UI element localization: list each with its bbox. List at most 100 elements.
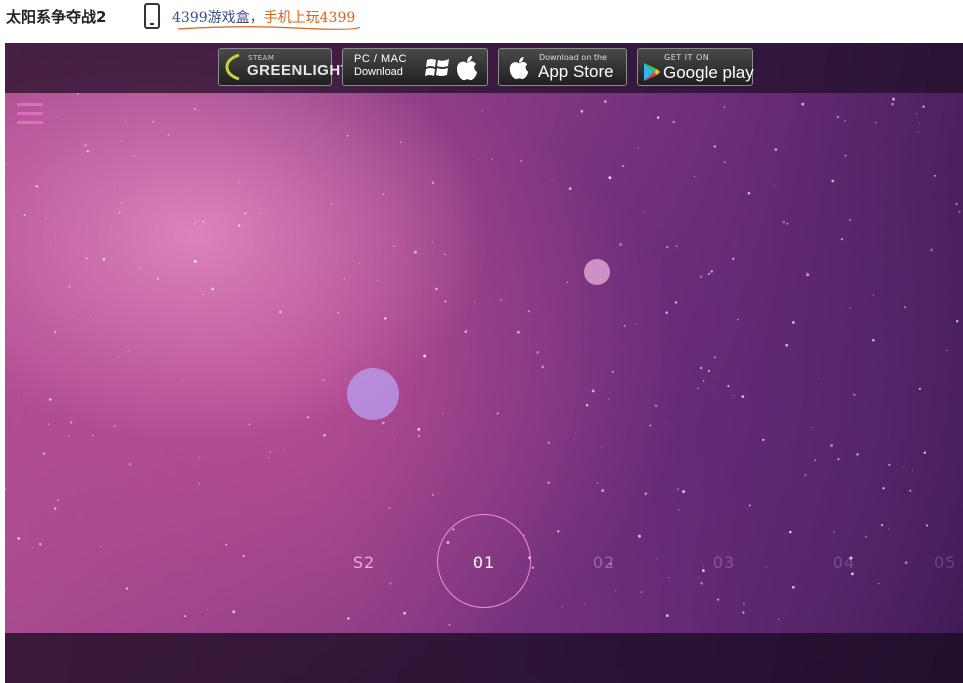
star [193,108,196,111]
star [68,285,71,288]
star [831,179,835,183]
level-01[interactable]: 01 [454,553,514,572]
hamburger-menu-icon[interactable] [17,103,43,125]
level-03[interactable]: 03 [694,553,754,572]
star [806,273,810,277]
star [133,155,136,158]
star [388,507,391,509]
star [267,456,270,459]
pcmac-line1: PC / MAC [354,53,407,65]
star [762,438,765,442]
star [723,106,726,108]
star [444,300,447,303]
star [206,608,208,611]
star [903,465,905,467]
star [958,210,961,213]
promo-link[interactable]: 4399游戏盒，手机上玩4399 [172,7,355,27]
star [414,250,417,254]
star [946,349,948,352]
star [85,257,88,260]
star [403,611,406,615]
windows-icon [425,59,449,76]
star [347,617,350,620]
star [678,508,680,511]
star [120,201,123,204]
star [702,379,705,382]
star [5,163,8,166]
menu-bar [17,121,43,124]
star [911,470,914,472]
google-play-button[interactable]: GET IT ON Google play [637,48,754,86]
promo-text-mobile: 手机上玩4399 [263,10,356,26]
level-s2[interactable]: S2 [334,553,394,572]
star [904,561,908,565]
star [642,211,645,214]
star [875,121,877,124]
star [619,243,623,247]
planet-small[interactable] [584,259,610,285]
star [432,241,434,243]
star [636,324,638,326]
star [139,266,142,269]
star [580,110,584,113]
star [782,220,786,224]
star [732,257,735,260]
star [882,487,885,490]
star [585,403,589,407]
star [732,395,734,397]
star [601,489,605,492]
star [909,489,912,492]
star [956,320,959,323]
star [742,611,745,614]
star [384,317,387,320]
footer-bar [5,633,963,683]
level-02[interactable]: 02 [574,553,634,572]
steam-greenlight-button[interactable]: STEAM GREENLIGHT [218,48,350,86]
star [377,279,379,282]
star [640,591,643,594]
star [872,338,875,342]
star [575,432,577,434]
star [49,398,52,401]
app-store-button[interactable]: Download on the App Store [498,48,627,86]
star [608,176,612,180]
star [69,421,73,424]
star [400,262,402,264]
level-04[interactable]: 04 [814,553,874,572]
star [400,141,402,143]
level-05[interactable]: 05 [934,553,963,572]
star [668,577,670,579]
planet-large[interactable] [347,368,399,420]
google-small-label: GET IT ON [664,53,710,62]
google-play-icon [644,63,660,81]
phone-icon[interactable] [142,3,162,29]
star [700,366,703,370]
star [918,387,921,390]
star [773,184,775,186]
star [121,140,123,142]
star [561,605,563,608]
pc-mac-download-button[interactable]: PC / MAC Download [342,48,488,86]
star [849,219,851,221]
star [707,369,710,372]
star [666,245,669,249]
star [667,422,669,424]
star [566,281,568,284]
star [259,212,261,214]
star [517,330,520,334]
star [622,165,625,168]
star [551,179,553,181]
star [18,395,20,396]
star [442,412,444,414]
star [849,307,851,309]
star [306,416,310,419]
star [637,147,639,149]
star [656,558,658,560]
star [57,499,59,502]
star [765,566,767,568]
game-canvas[interactable]: STEAM GREENLIGHT PC / MAC Download Downl [5,43,963,683]
star [649,424,652,427]
star [923,451,927,454]
star [91,434,94,437]
star [675,245,678,247]
